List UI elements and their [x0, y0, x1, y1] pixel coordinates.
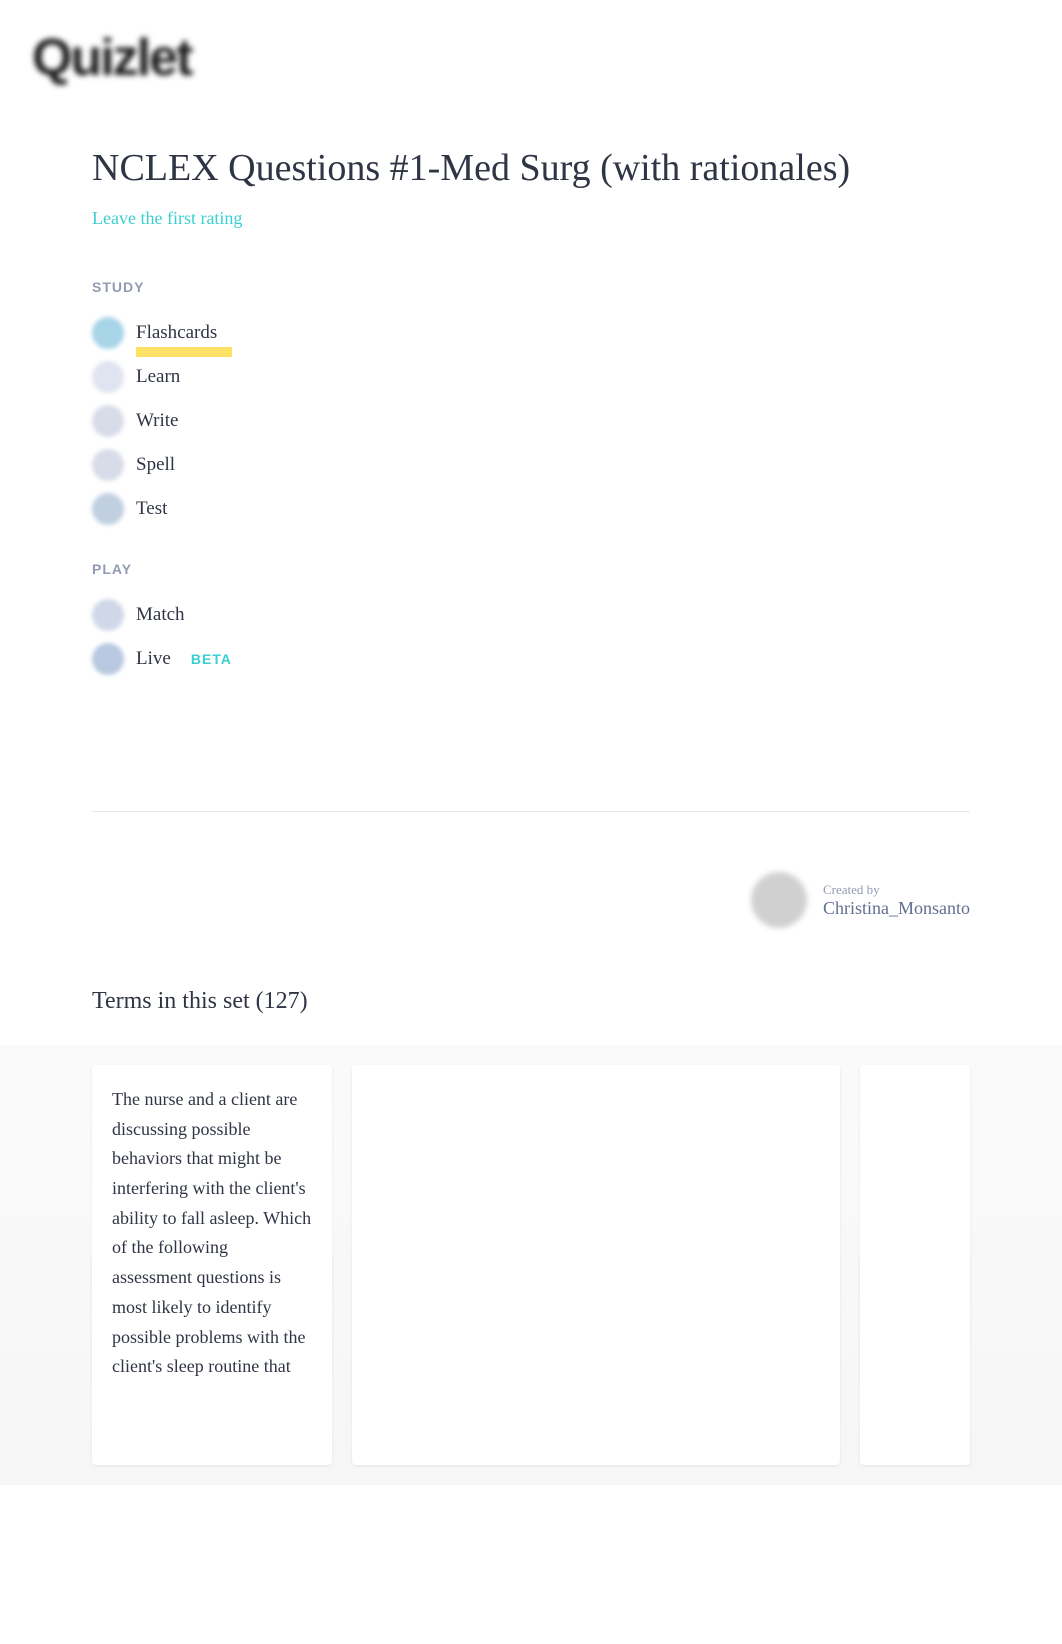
terms-header: Terms in this set (127): [92, 988, 970, 1015]
mode-label: Live: [136, 648, 171, 670]
mode-label: Flashcards: [136, 322, 217, 344]
match-icon: [92, 599, 124, 631]
play-modes-list: Match Live BETA: [92, 593, 970, 681]
rating-link[interactable]: Leave the first rating: [92, 208, 242, 229]
flashcards-icon: [92, 317, 124, 349]
terms-container: The nurse and a client are discussing po…: [0, 1045, 1062, 1485]
study-section-label: STUDY: [92, 279, 970, 295]
term-question-card[interactable]: The nurse and a client are discussing po…: [92, 1065, 332, 1465]
study-modes-list: Flashcards Learn Write Spell Test: [92, 311, 970, 531]
spell-icon: [92, 449, 124, 481]
avatar: [751, 872, 807, 928]
creator-box[interactable]: Created by Christina_Monsanto: [92, 852, 970, 948]
test-icon: [92, 493, 124, 525]
mode-live[interactable]: Live BETA: [92, 637, 970, 681]
play-section-label: PLAY: [92, 561, 970, 577]
mode-label: Test: [136, 498, 167, 520]
mode-write[interactable]: Write: [92, 399, 970, 443]
creator-name: Christina_Monsanto: [823, 898, 970, 919]
divider: [92, 811, 970, 812]
creator-info: Created by Christina_Monsanto: [823, 882, 970, 919]
mode-label: Match: [136, 604, 185, 626]
quizlet-logo[interactable]: Quizlet: [0, 0, 1062, 116]
mode-spell[interactable]: Spell: [92, 443, 970, 487]
beta-badge: BETA: [191, 651, 232, 667]
logo-text: Quizlet: [32, 29, 191, 87]
mode-match[interactable]: Match: [92, 593, 970, 637]
mode-learn[interactable]: Learn: [92, 355, 970, 399]
created-by-label: Created by: [823, 882, 970, 898]
mode-test[interactable]: Test: [92, 487, 970, 531]
term-row: The nurse and a client are discussing po…: [92, 1065, 970, 1465]
term-question-text: The nurse and a client are discussing po…: [112, 1085, 312, 1382]
live-icon: [92, 643, 124, 675]
term-side-card[interactable]: [860, 1065, 970, 1465]
mode-label: Learn: [136, 366, 180, 388]
term-answer-card[interactable]: [352, 1065, 840, 1465]
write-icon: [92, 405, 124, 437]
learn-icon: [92, 361, 124, 393]
mode-label: Spell: [136, 454, 175, 476]
set-title: NCLEX Questions #1-Med Surg (with ration…: [92, 146, 970, 190]
mode-label: Write: [136, 410, 179, 432]
mode-flashcards[interactable]: Flashcards: [92, 311, 970, 355]
